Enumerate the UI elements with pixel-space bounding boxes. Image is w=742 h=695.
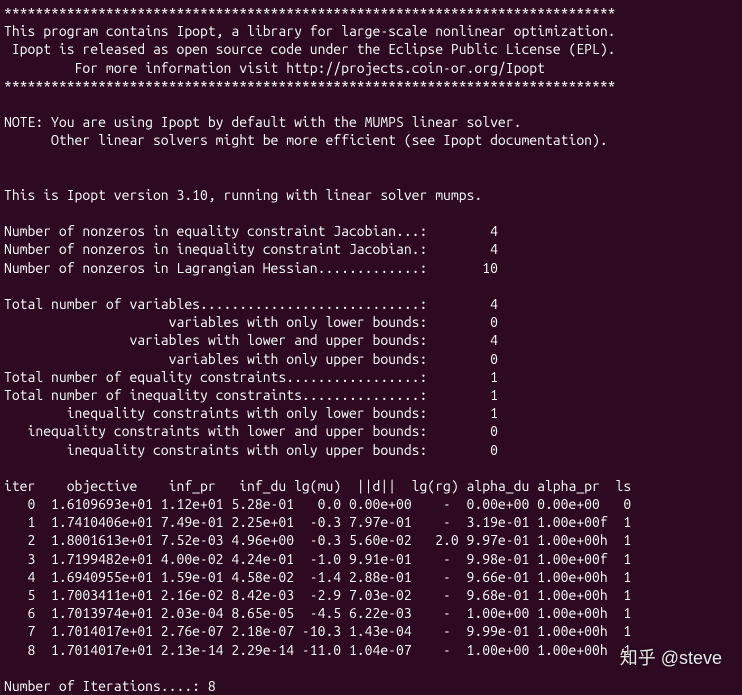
terminal-output: ****************************************… xyxy=(4,4,738,695)
header-license-info: Ipopt is released as open source code un… xyxy=(4,41,616,57)
iteration-row-4: 4 1.6940955e+01 1.59e-01 4.58e-02 -1.4 2… xyxy=(4,569,631,585)
vars-upper-bounds: variables with only upper bounds: 0 xyxy=(4,351,498,367)
nnz-ineq-jacobian: Number of nonzeros in inequality constra… xyxy=(4,241,498,257)
header-url-info: For more information visit http://projec… xyxy=(4,60,545,76)
total-eq-constraints: Total number of equality constraints....… xyxy=(4,369,498,385)
iteration-row-6: 6 1.7013974e+01 2.03e-04 8.65e-05 -4.5 6… xyxy=(4,605,631,621)
note-solver-line1: NOTE: You are using Ipopt by default wit… xyxy=(4,114,521,130)
nnz-lagrangian-hessian: Number of nonzeros in Lagrangian Hessian… xyxy=(4,260,498,276)
total-ineq-constraints: Total number of inequality constraints..… xyxy=(4,387,498,403)
iteration-row-5: 5 1.7003411e+01 2.16e-02 8.42e-03 -2.9 7… xyxy=(4,587,631,603)
watermark-text: 知乎 @steve xyxy=(620,647,722,670)
iteration-row-7: 7 1.7014017e+01 2.76e-07 2.18e-07 -10.3 … xyxy=(4,623,631,639)
note-solver-line2: Other linear solvers might be more effic… xyxy=(4,132,608,148)
iteration-row-1: 1 1.7410406e+01 7.49e-01 2.25e+01 -0.3 7… xyxy=(4,514,631,530)
ineq-both-bounds: inequality constraints with lower and up… xyxy=(4,423,498,439)
ineq-lower-bounds: inequality constraints with only lower b… xyxy=(4,405,498,421)
iteration-row-3: 3 1.7199482e+01 4.00e-02 4.24e-01 -1.0 9… xyxy=(4,551,631,567)
version-line: This is Ipopt version 3.10, running with… xyxy=(4,187,482,203)
number-of-iterations: Number of Iterations....: 8 xyxy=(4,678,216,694)
iteration-row-8: 8 1.7014017e+01 2.13e-14 2.29e-14 -11.0 … xyxy=(4,642,631,658)
nnz-eq-jacobian: Number of nonzeros in equality constrain… xyxy=(4,223,498,239)
vars-lower-bounds: variables with only lower bounds: 0 xyxy=(4,314,498,330)
ineq-upper-bounds: inequality constraints with only upper b… xyxy=(4,442,498,458)
header-border-top: ****************************************… xyxy=(4,5,616,21)
iteration-table-header: iter objective inf_pr inf_du lg(mu) ||d|… xyxy=(4,478,631,494)
total-variables: Total number of variables...............… xyxy=(4,296,498,312)
header-border-bottom: ****************************************… xyxy=(4,78,616,94)
iteration-row-0: 0 1.6109693e+01 1.12e+01 5.28e-01 0.0 0.… xyxy=(4,496,631,512)
header-program-info: This program contains Ipopt, a library f… xyxy=(4,23,616,39)
iteration-row-2: 2 1.8001613e+01 7.52e-03 4.96e+00 -0.3 5… xyxy=(4,532,631,548)
vars-both-bounds: variables with lower and upper bounds: 4 xyxy=(4,332,498,348)
